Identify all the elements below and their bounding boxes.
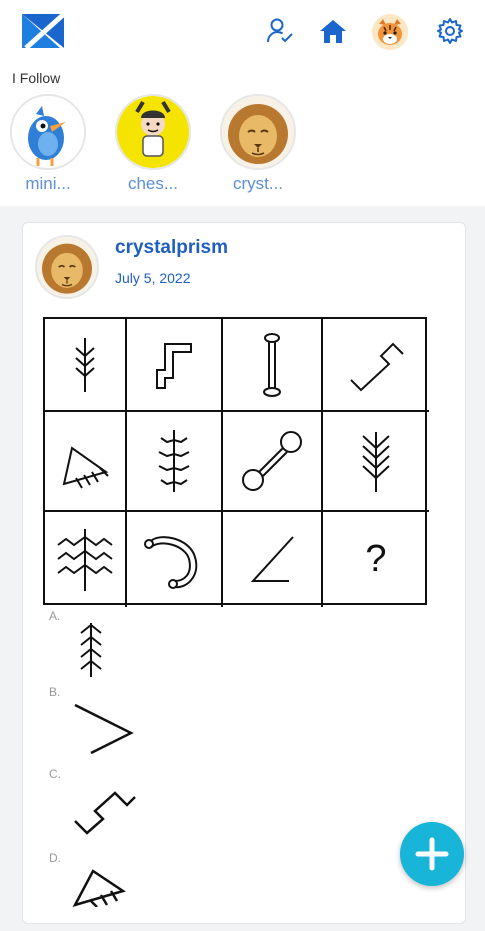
option-letter: B. — [49, 685, 61, 699]
step-figure — [127, 319, 223, 412]
logo-icon[interactable] — [20, 12, 66, 50]
wheat-figure — [323, 412, 429, 512]
question-cell: ? — [323, 512, 429, 607]
option-a[interactable]: A. — [49, 609, 169, 689]
follow-user-2[interactable]: ches... — [113, 94, 193, 194]
hook-figure — [127, 512, 223, 607]
option-c[interactable]: C. — [49, 767, 169, 847]
home-icon[interactable] — [318, 16, 348, 46]
option-c-figure — [74, 791, 136, 835]
centipede-figure — [127, 412, 223, 512]
lion-avatar[interactable] — [35, 235, 99, 299]
post-date: July 5, 2022 — [115, 270, 191, 286]
lion-avatar[interactable] — [220, 94, 296, 170]
post-author[interactable]: crystalprism — [115, 237, 228, 259]
option-a-figure — [80, 623, 102, 677]
top-bar — [0, 0, 485, 67]
follow-user-name[interactable]: mini... — [8, 174, 88, 194]
gear-icon[interactable] — [435, 16, 465, 46]
fringe-figure — [45, 412, 127, 512]
question-mark: ? — [365, 538, 387, 580]
angle-figure — [223, 512, 323, 607]
option-d[interactable]: D. — [49, 851, 169, 931]
plus-icon — [415, 837, 449, 871]
following-heading: I Follow — [12, 70, 61, 86]
barbell-figure — [223, 412, 323, 512]
bird-avatar[interactable] — [10, 94, 86, 170]
follow-user-1[interactable]: mini... — [8, 94, 88, 194]
follow-user-3[interactable]: cryst... — [218, 94, 298, 194]
arrow-tree-figure — [45, 319, 127, 412]
puzzle-grid: ? — [43, 317, 429, 607]
option-b-figure — [74, 703, 134, 755]
tiger-avatar[interactable] — [372, 14, 408, 50]
following-section: I Follow mini... ches... cryst... — [0, 66, 485, 206]
option-letter: C. — [49, 767, 61, 781]
follow-user-name[interactable]: cryst... — [218, 174, 298, 194]
option-b[interactable]: B. — [49, 685, 169, 765]
dumbbell-bar-figure — [223, 319, 323, 412]
option-letter: A. — [49, 609, 61, 623]
zigzag-figure — [323, 319, 429, 412]
post-card: crystalprism July 5, 2022 ? A. B. C. D. — [22, 222, 466, 924]
cartoon-kid-avatar[interactable] — [115, 94, 191, 170]
user-check-icon[interactable] — [265, 16, 295, 46]
add-post-button[interactable] — [400, 822, 464, 886]
option-letter: D. — [49, 851, 61, 865]
option-d-figure — [72, 869, 126, 907]
follow-user-name[interactable]: ches... — [113, 174, 193, 194]
double-tree-figure — [45, 512, 127, 607]
